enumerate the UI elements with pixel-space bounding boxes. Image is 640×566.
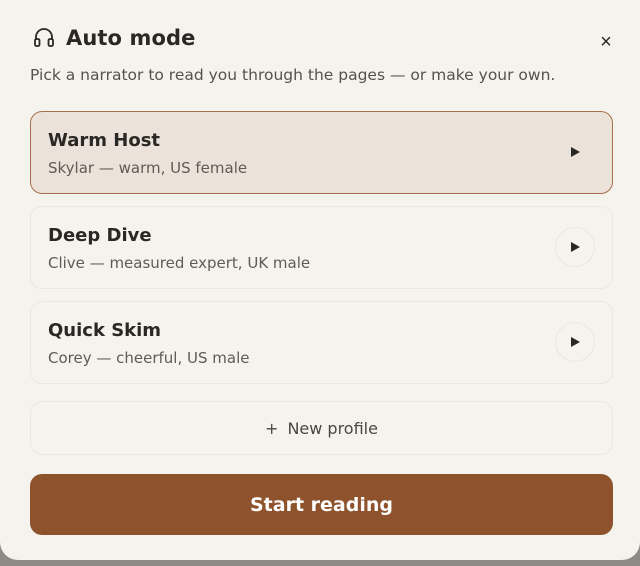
dialog-subtitle: Pick a narrator to read you through the … xyxy=(30,66,556,84)
profile-card-quick-skim[interactable]: Quick Skim Corey — cheerful, US male xyxy=(30,301,613,384)
play-icon xyxy=(571,337,580,347)
play-preview-button[interactable] xyxy=(555,227,595,267)
play-icon xyxy=(571,242,580,252)
play-preview-button[interactable] xyxy=(555,322,595,362)
profile-description: Skylar — warm, US female xyxy=(48,159,248,177)
close-button[interactable]: × xyxy=(594,30,618,54)
auto-mode-dialog: Auto mode × Pick a narrator to read you … xyxy=(0,0,640,560)
profile-description: Corey — cheerful, US male xyxy=(48,349,250,367)
new-profile-button[interactable]: + New profile xyxy=(30,401,613,455)
profile-description: Clive — measured expert, UK male xyxy=(48,254,311,272)
start-reading-button[interactable]: Start reading xyxy=(30,474,613,535)
new-profile-label: New profile xyxy=(287,418,378,438)
profile-name: Warm Host xyxy=(48,130,161,151)
profile-name: Quick Skim xyxy=(48,320,162,341)
headphones-icon xyxy=(32,26,56,50)
profile-name: Deep Dive xyxy=(48,225,152,246)
profile-card-warm-host[interactable]: Warm Host Skylar — warm, US female xyxy=(30,111,613,194)
dialog-header: Auto mode xyxy=(32,26,195,50)
play-icon xyxy=(571,147,580,157)
dialog-title: Auto mode xyxy=(66,26,196,50)
profile-card-deep-dive[interactable]: Deep Dive Clive — measured expert, UK ma… xyxy=(30,206,613,289)
plus-icon: + xyxy=(265,418,279,438)
play-preview-button[interactable] xyxy=(555,132,595,172)
profile-list: Warm Host Skylar — warm, US female Deep … xyxy=(30,111,613,396)
